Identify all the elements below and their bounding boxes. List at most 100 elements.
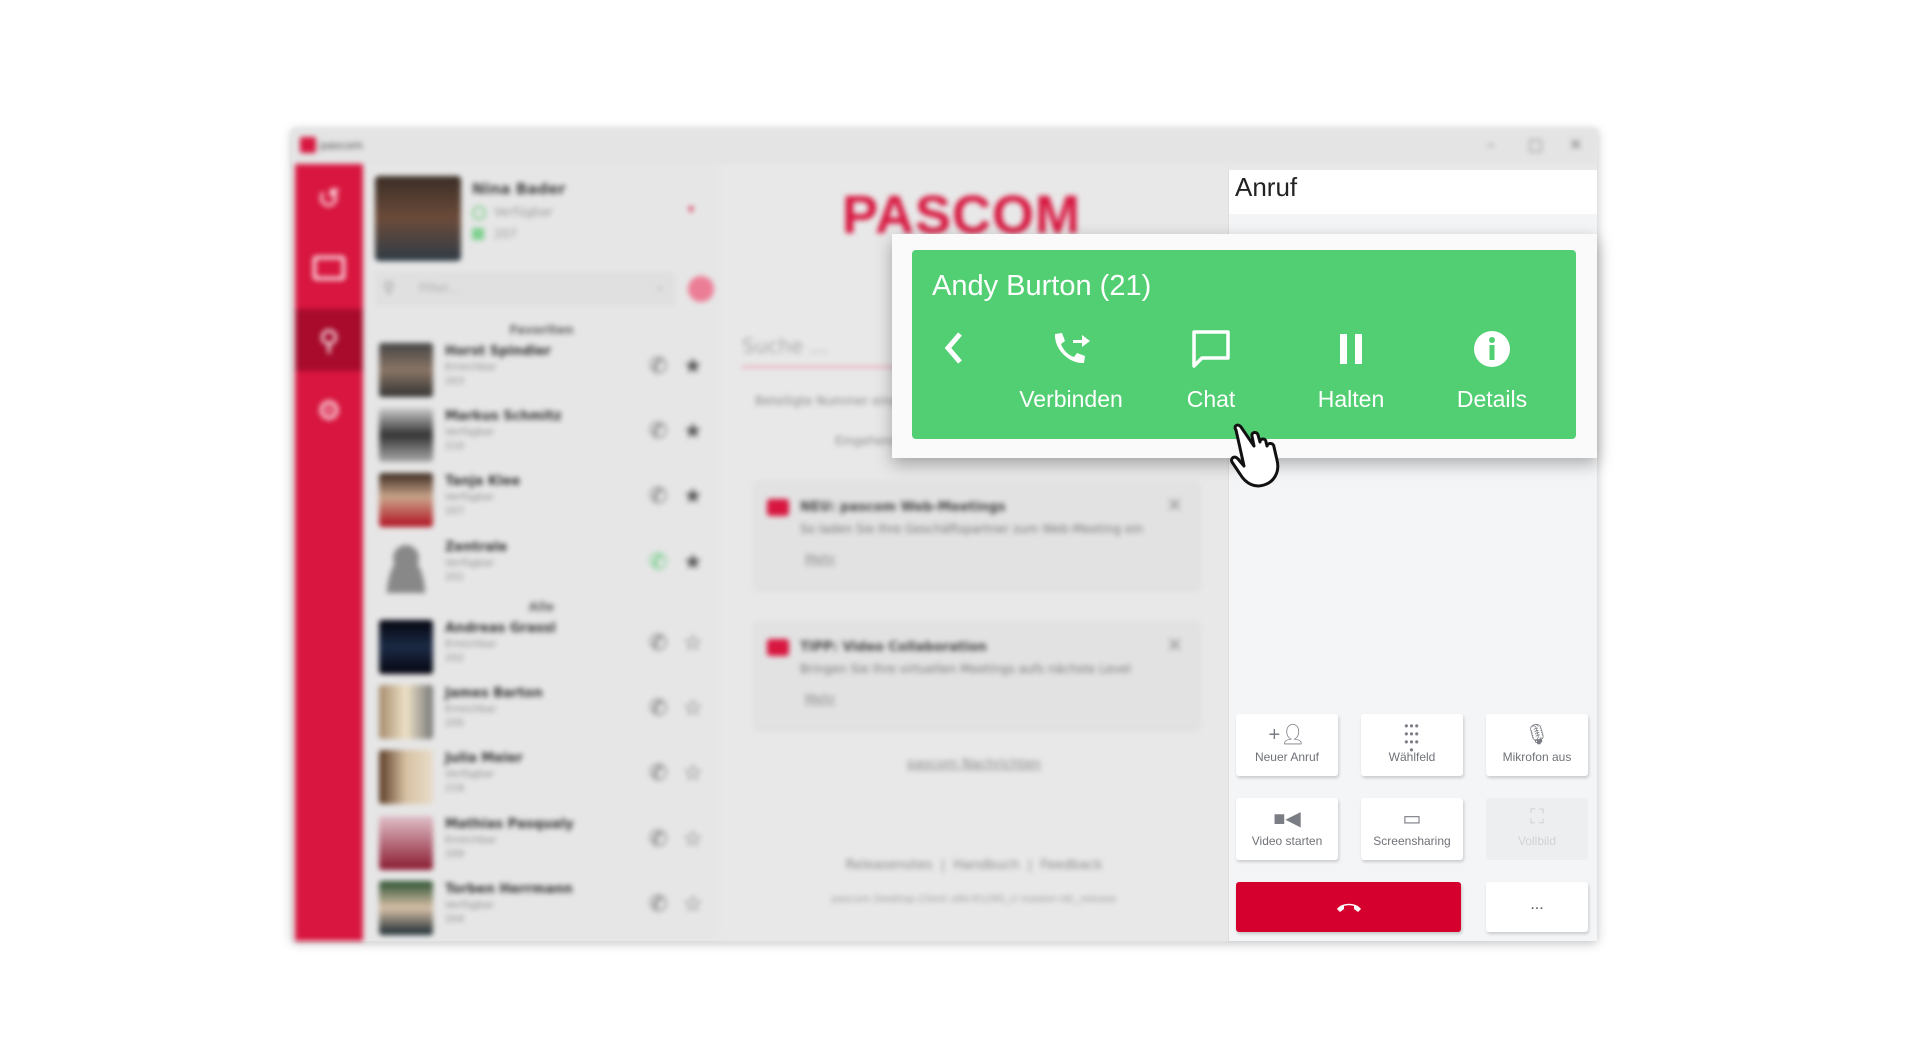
button-label: Video starten bbox=[1251, 834, 1323, 848]
hangup-button[interactable] bbox=[1236, 882, 1461, 932]
chat-bubble-icon bbox=[1192, 330, 1230, 368]
sidebar: ↺ ⚲ ⚙ bbox=[295, 164, 363, 941]
transfer-button[interactable]: Verbinden bbox=[1011, 328, 1131, 413]
star-outline-icon[interactable]: ☆ bbox=[683, 761, 703, 786]
filter-placeholder: Filter... bbox=[419, 281, 460, 295]
contact-row[interactable]: Andreas Grassl Erreichbar 202 ✆ ☆ bbox=[363, 617, 720, 677]
manual-link[interactable]: Handbuch bbox=[953, 858, 1019, 873]
contact-row[interactable]: Mathias Pasqualy Erreichbar 209 ✆ ☆ bbox=[363, 813, 720, 873]
news-link[interactable]: pascom Nachrichten bbox=[720, 757, 1228, 772]
phone-icon[interactable]: ✆ bbox=[649, 892, 667, 917]
card-more-link[interactable]: Mehr bbox=[805, 552, 835, 566]
phone-icon[interactable]: ✆ bbox=[649, 696, 667, 721]
search-icon: ⚲ bbox=[318, 323, 340, 357]
contact-name: Torben Herrmann bbox=[445, 882, 573, 897]
button-label: Mikrofon aus bbox=[1502, 750, 1572, 764]
phone-icon[interactable]: ✆ bbox=[649, 827, 667, 852]
close-icon[interactable]: × bbox=[1166, 492, 1183, 516]
hold-button[interactable]: Halten bbox=[1291, 328, 1411, 413]
button-label: Wählfeld bbox=[1388, 750, 1436, 764]
add-button[interactable] bbox=[688, 276, 714, 302]
star-outline-icon[interactable]: ☆ bbox=[683, 827, 703, 852]
dialpad-icon: ••• ••• ••• • bbox=[1404, 719, 1420, 757]
avatar bbox=[379, 343, 433, 397]
avatar bbox=[379, 750, 433, 804]
star-filled-icon[interactable]: ★ bbox=[683, 550, 703, 575]
phone-icon[interactable]: ✆ bbox=[649, 550, 667, 575]
contact-name: Tanja Klee bbox=[445, 474, 521, 489]
contact-row[interactable]: Markus Schmitz Verfügbar 210 ✆ ★ bbox=[363, 405, 720, 465]
contact-row[interactable]: Tanja Klee Verfügbar 207 ✆ ★ bbox=[363, 470, 720, 530]
phone-icon[interactable]: ✆ bbox=[649, 761, 667, 786]
button-label: Screensharing bbox=[1373, 834, 1451, 848]
phone-icon[interactable]: ✆ bbox=[649, 484, 667, 509]
all-label: Alle bbox=[528, 600, 555, 614]
sidebar-item-search[interactable]: ⚲ bbox=[295, 309, 363, 371]
chevron-down-icon[interactable]: ⌄ bbox=[655, 279, 665, 293]
contact-status: Erreichbar bbox=[445, 704, 497, 715]
profile-status[interactable]: Verfügbar bbox=[494, 205, 553, 219]
contact-row[interactable]: James Barton Erreichbar 205 ✆ ☆ bbox=[363, 682, 720, 742]
status-dropdown-icon[interactable]: ▾ bbox=[688, 202, 694, 216]
minimize-icon[interactable]: – bbox=[1487, 135, 1495, 154]
phone-icon[interactable]: ✆ bbox=[649, 354, 667, 379]
contact-name: Julia Meier bbox=[445, 751, 523, 766]
dialpad-button[interactable]: ••• ••• ••• • Wählfeld bbox=[1361, 714, 1463, 776]
fullscreen-icon: ⛶ bbox=[1530, 806, 1544, 828]
star-outline-icon[interactable]: ☆ bbox=[683, 631, 703, 656]
screen-share-icon: ▭ bbox=[1402, 808, 1422, 830]
sidebar-item-contacts[interactable] bbox=[295, 237, 363, 299]
contact-status: Verfügbar bbox=[445, 769, 495, 780]
contact-row[interactable]: Julia Meier Verfügbar 218 ✆ ☆ bbox=[363, 747, 720, 807]
mute-microphone-button[interactable]: 🎙︎ Mikrofon aus bbox=[1486, 714, 1588, 776]
releasenotes-link[interactable]: Releasenotes bbox=[846, 858, 933, 873]
filter-input[interactable]: ⚲ Filter... ⌄ bbox=[375, 272, 675, 306]
card-body: So laden Sie Ihre Geschäftspartner zum W… bbox=[800, 522, 1144, 536]
feedback-link[interactable]: Feedback bbox=[1040, 858, 1102, 873]
maximize-icon[interactable]: □ bbox=[1528, 135, 1543, 154]
fullscreen-button: ⛶ Vollbild bbox=[1486, 798, 1588, 860]
news-icon bbox=[767, 639, 789, 656]
star-filled-icon[interactable]: ★ bbox=[683, 484, 703, 509]
profile-extension: 207 bbox=[494, 227, 517, 241]
call-panel-title: Anruf bbox=[1229, 170, 1597, 214]
more-button[interactable]: ... bbox=[1486, 882, 1588, 932]
contact-row[interactable]: Horst Spindler Erreichbar 203 ✆ ★ bbox=[363, 340, 720, 400]
news-card: TIPP: Video Collaboration Bringen Sie Ihr… bbox=[755, 622, 1199, 728]
close-icon[interactable]: × bbox=[1166, 632, 1183, 656]
details-button[interactable]: Details bbox=[1432, 328, 1552, 413]
microphone-icon: 🎙︎ bbox=[1524, 724, 1550, 746]
card-body: Bringen Sie Ihre virtuellen Meetings auf… bbox=[800, 662, 1131, 676]
separator: | bbox=[940, 858, 946, 873]
star-outline-icon[interactable]: ☆ bbox=[683, 892, 703, 917]
screensharing-button[interactable]: ▭ Screensharing bbox=[1361, 798, 1463, 860]
card-more-link[interactable]: Mehr bbox=[805, 692, 835, 706]
start-video-button[interactable]: ■◀ Video starten bbox=[1236, 798, 1338, 860]
sidebar-item-history[interactable]: ↺ bbox=[295, 167, 363, 229]
phone-icon[interactable]: ✆ bbox=[649, 419, 667, 444]
star-filled-icon[interactable]: ★ bbox=[683, 419, 703, 444]
phone-icon[interactable]: ✆ bbox=[649, 631, 667, 656]
star-filled-icon[interactable]: ★ bbox=[683, 354, 703, 379]
avatar bbox=[379, 881, 433, 935]
profile-avatar bbox=[375, 176, 461, 261]
sidebar-item-settings[interactable]: ⚙ bbox=[295, 379, 363, 441]
contacts-icon bbox=[313, 256, 345, 280]
history-icon: ↺ bbox=[317, 181, 341, 215]
avatar bbox=[379, 408, 433, 462]
search-icon: ⚲ bbox=[383, 278, 395, 297]
contact-status: Verfügbar bbox=[445, 900, 495, 911]
star-outline-icon[interactable]: ☆ bbox=[683, 696, 703, 721]
contact-status: Erreichbar bbox=[445, 835, 497, 846]
avatar bbox=[379, 473, 433, 527]
back-button[interactable] bbox=[942, 330, 966, 371]
contact-row[interactable]: Torben Herrmann Verfügbar 204 ✆ ☆ bbox=[363, 878, 720, 938]
contact-row[interactable]: Zentrale Verfügbar 201 ✆ ★ bbox=[363, 536, 720, 596]
avatar bbox=[379, 816, 433, 870]
contact-status: Verfügbar bbox=[445, 558, 495, 569]
close-icon[interactable]: ✕ bbox=[1569, 135, 1582, 154]
chat-button[interactable]: Chat bbox=[1151, 328, 1271, 413]
contact-ext: 204 bbox=[445, 914, 465, 925]
contact-name: Markus Schmitz bbox=[445, 409, 562, 424]
new-call-button[interactable]: +👤︎ Neuer Anruf bbox=[1236, 714, 1338, 776]
